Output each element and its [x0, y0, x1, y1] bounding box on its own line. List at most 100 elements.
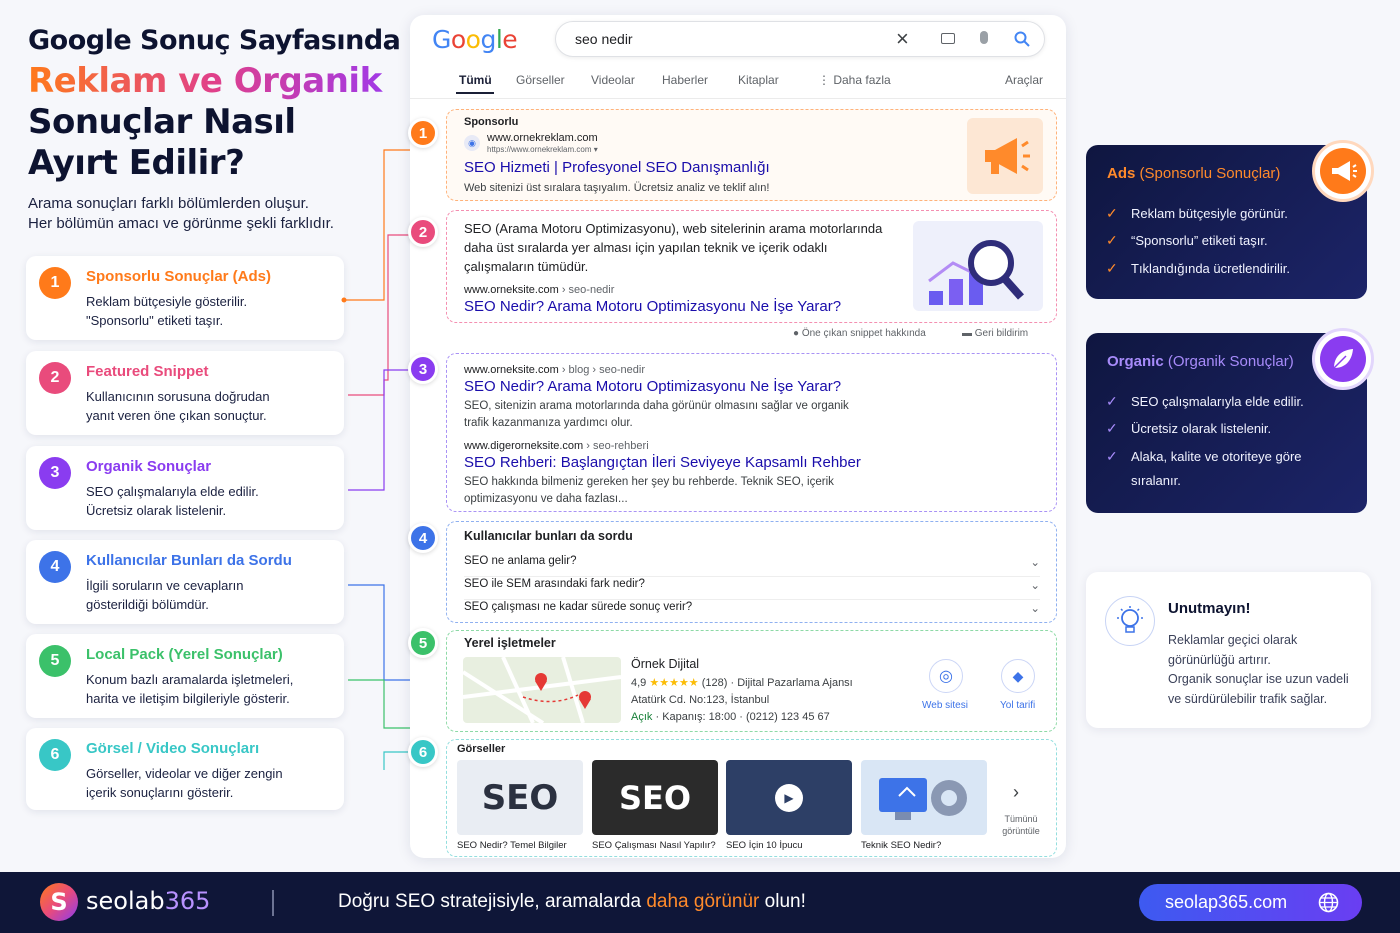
local-pack: Yerel işletmeler Örnek Dijital 4,9 ★★★★★…	[446, 630, 1057, 732]
check-icon: ✓	[1106, 420, 1118, 436]
title-line-3: Sonuçlar Nasıl	[28, 102, 296, 142]
tab-all[interactable]: Tümü	[459, 73, 492, 87]
footer-divider	[272, 890, 274, 916]
feedback-link[interactable]: ▬ Geri bildirim	[962, 328, 1028, 339]
paa-question[interactable]: SEO ile SEM arasındaki fark nedir? ⌄	[464, 578, 1040, 600]
view-all-images[interactable]: Tümünü görüntüle	[995, 813, 1047, 837]
tab-news[interactable]: Haberler	[662, 73, 708, 87]
reminder-text: Reklamlar geçici olarak görünürlüğü artır…	[1168, 633, 1349, 706]
title-line-1: Google Sonuç Sayfasında	[28, 25, 401, 56]
active-tab-underline	[456, 92, 494, 94]
image-caption: SEO İçin 10 İpucu	[726, 840, 803, 851]
legend-number: 1	[39, 267, 71, 299]
clear-icon[interactable]: ×	[896, 26, 909, 52]
keyboard-icon[interactable]	[941, 33, 955, 44]
legend-card-paa: 4 Kullanıcılar Bunları da Sordu İlgili s…	[26, 540, 344, 624]
chevron-down-icon: ⌄	[1030, 603, 1040, 615]
organic-url: www.digerorneksite.com › seo-rehberi	[464, 440, 649, 452]
google-logo: Google	[432, 25, 518, 54]
featured-snippet: SEO (Arama Motoru Optimizasyonu), web si…	[446, 210, 1057, 323]
tab-videos[interactable]: Videolar	[591, 73, 635, 87]
marker-2: 2	[408, 217, 438, 247]
legend-number: 6	[39, 739, 71, 771]
organic-point: SEO çalışmalarıyla elde edilir.	[1131, 394, 1304, 409]
image-caption: Teknik SEO Nedir?	[861, 840, 942, 851]
tab-books[interactable]: Kitaplar	[738, 73, 779, 87]
snippet-text: SEO (Arama Motoru Optimizasyonu), web si…	[464, 221, 883, 274]
video-thumbnail[interactable]: ▶	[726, 760, 852, 835]
globe-icon	[1318, 892, 1339, 913]
image-thumbnail[interactable]: SEO	[592, 760, 718, 835]
business-hours: Açık · Kapanış: 18:00 · (0212) 123 45 67	[631, 711, 830, 723]
lightbulb-icon	[1105, 596, 1155, 646]
snippet-about[interactable]: ● Öne çıkan snippet hakkında	[793, 328, 926, 339]
tab-more[interactable]: ⋮ Daha fazla	[818, 73, 891, 87]
legend-number: 3	[39, 457, 71, 489]
reminder-card: Unutmayın! Reklamlar geçici olarak görünü…	[1086, 572, 1371, 728]
tab-images[interactable]: Görseller	[516, 73, 565, 87]
legend-desc: Konum bazlı aramalarda işletmeleri, harit…	[86, 672, 294, 706]
legend-card-local: 5 Local Pack (Yerel Sonuçlar) Konum bazl…	[26, 634, 344, 718]
legend-title: Local Pack (Yerel Sonuçlar)	[86, 646, 283, 663]
marker-3: 3	[408, 354, 438, 384]
legend-desc: Görseller, videolar ve diğer zengin içeri…	[86, 766, 283, 800]
legend-title: Kullanıcılar Bunları da Sordu	[86, 552, 292, 569]
legend-title: Featured Snippet	[86, 363, 209, 380]
tab-tools[interactable]: Araçlar	[1005, 73, 1043, 87]
organic-point: sıralanır.	[1131, 473, 1181, 488]
directions-button[interactable]: Yol tarifi	[1000, 700, 1035, 711]
paa-question[interactable]: SEO ne anlama gelir? ⌄	[464, 555, 1040, 577]
website-button[interactable]: seolap365.com	[1139, 884, 1362, 921]
image-thumbnail[interactable]	[861, 760, 987, 835]
sponsored-label: Sponsorlu	[464, 116, 519, 128]
title-line-2: Reklam ve Organik	[28, 61, 400, 102]
ad-title-link[interactable]: SEO Hizmeti | Profesyonel SEO Danışmanlı…	[464, 159, 770, 176]
globe-icon[interactable]: ◎	[929, 659, 963, 693]
ads-point: Reklam bütçesiyle görünür.	[1131, 206, 1288, 221]
mic-icon[interactable]	[980, 31, 988, 44]
organic-title-link[interactable]: SEO Nedir? Arama Motoru Optimizasyonu Ne…	[464, 378, 841, 395]
ad-description: Web sitenizi üst sıralara taşıyalım. Ücr…	[464, 182, 770, 194]
ad-url: https://www.ornekreklam.com ▾	[487, 145, 598, 154]
snippet-title-link[interactable]: SEO Nedir? Arama Motoru Optimizasyonu Ne…	[464, 298, 841, 315]
legend-desc: Reklam bütçesiyle gösterilir. "Sponsorlu"…	[86, 294, 248, 328]
legend-number: 2	[39, 362, 71, 394]
paa-question[interactable]: SEO çalışması ne kadar sürede sonuç veri…	[464, 601, 1040, 621]
image-thumbnail[interactable]: SEO	[457, 760, 583, 835]
megaphone-icon	[967, 118, 1043, 194]
organic-title-link[interactable]: SEO Rehberi: Başlangıçtan İleri Seviyeye…	[464, 454, 861, 471]
legend-number: 5	[39, 645, 71, 677]
map-thumbnail[interactable]	[463, 657, 621, 723]
organic-point: Ücretsiz olarak listelenir.	[1131, 421, 1272, 436]
intro-text: Arama sonuçları farklı bölümlerden oluşu…	[28, 194, 368, 234]
google-results-panel: Google seo nedir × Tümü Görseller Videol…	[410, 15, 1066, 858]
legend-title: Sponsorlu Sonuçlar (Ads)	[86, 268, 272, 285]
business-name[interactable]: Örnek Dijital	[631, 657, 699, 671]
people-also-ask: Kullanıcılar bunları da sordu SEO ne anl…	[446, 521, 1057, 623]
directions-icon[interactable]: ◆	[1001, 659, 1035, 693]
search-icon[interactable]	[1014, 31, 1030, 47]
images-title: Görseller	[457, 743, 506, 755]
organic-point: Alaka, kalite ve otoriteye göre	[1131, 449, 1302, 464]
tabs-divider	[410, 98, 1066, 99]
play-icon: ▶	[775, 783, 803, 812]
check-icon: ✓	[1106, 393, 1118, 409]
search-box: seo nedir ×	[555, 21, 1045, 57]
marker-1: 1	[408, 118, 438, 148]
intro-line-1: Arama sonuçları farklı bölümlerden oluşu…	[28, 195, 309, 212]
snippet-url: www.orneksite.com › seo-nedir	[464, 284, 615, 296]
website-button[interactable]: Web sitesi	[922, 700, 968, 711]
intro-line-2: Her bölümün amacı ve görünme şekli farkl…	[28, 215, 334, 232]
organic-card-title: Organic (Organik Sonuçlar)	[1107, 353, 1294, 370]
legend-card-images: 6 Görsel / Video Sonuçları Görseller, vi…	[26, 728, 344, 810]
site-favicon: ◉	[464, 135, 480, 151]
marker-6: 6	[408, 737, 438, 767]
legend-desc: İlgili soruların ve cevapların gösterildi…	[86, 578, 244, 612]
paa-title: Kullanıcılar bunları da sordu	[464, 529, 633, 543]
search-input[interactable]: seo nedir	[575, 31, 633, 47]
organic-url: www.orneksite.com › blog › seo-nedir	[464, 364, 645, 376]
chevron-right-icon[interactable]: ›	[1013, 782, 1019, 803]
check-icon: ✓	[1106, 205, 1118, 221]
megaphone-badge-icon	[1312, 140, 1374, 202]
chevron-down-icon: ⌄	[1030, 557, 1040, 569]
